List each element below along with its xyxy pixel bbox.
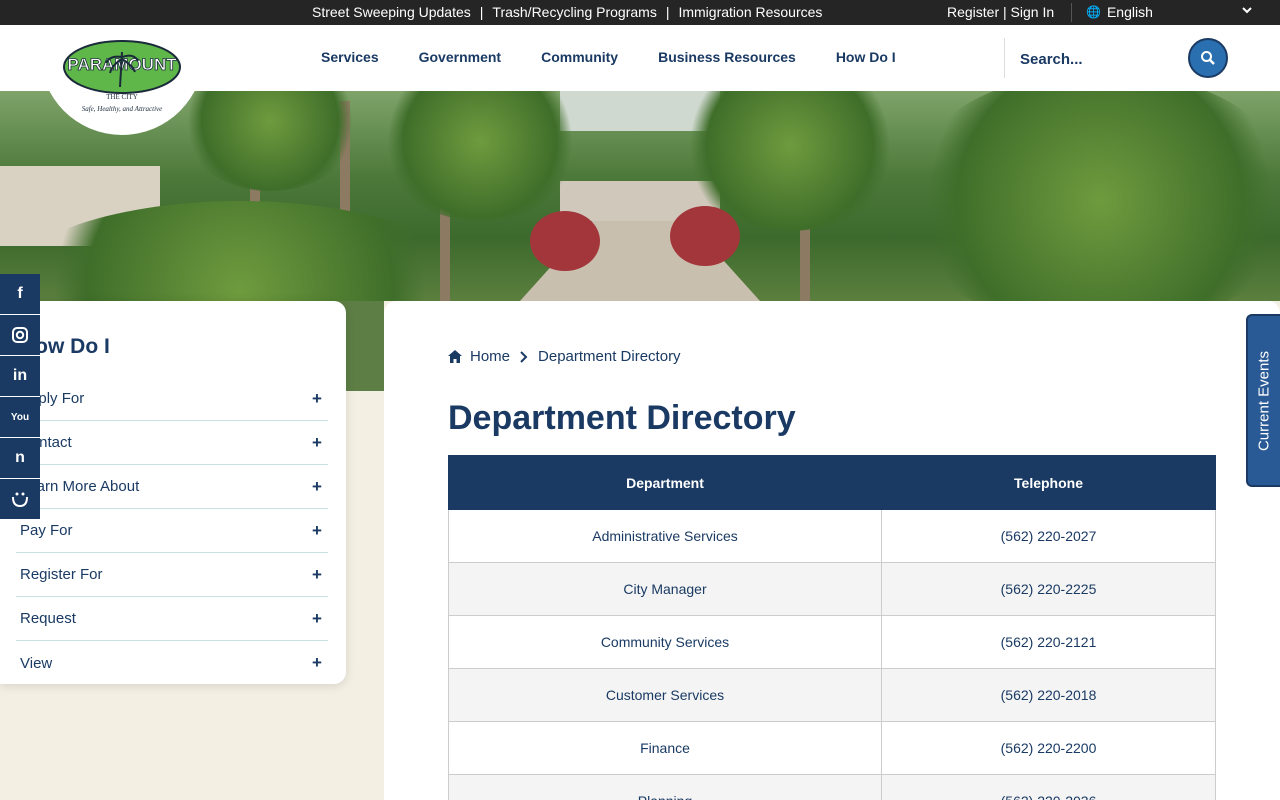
department-link[interactable]: Community Services <box>448 615 882 669</box>
sidebar-list: Apply For + Contact + Learn More About + Pa… <box>16 377 328 685</box>
plus-icon[interactable]: + <box>310 433 324 453</box>
search-input[interactable] <box>1020 44 1170 74</box>
sidebar-item-learn-more-about[interactable]: Learn More About + <box>16 465 328 509</box>
separator: | <box>479 4 484 20</box>
column-header-department: Department <box>448 455 882 510</box>
plus-icon[interactable]: + <box>310 389 324 409</box>
telephone-cell: (562) 220-2225 <box>881 562 1216 616</box>
language-selector[interactable]: 🌐 English <box>1086 4 1153 20</box>
telephone-cell: (562) 220-2121 <box>881 615 1216 669</box>
street-sweeping-link[interactable]: Street Sweeping Updates <box>312 4 471 20</box>
plus-icon[interactable]: + <box>310 653 324 673</box>
register-sign-in-link[interactable]: Register | Sign In <box>947 4 1054 20</box>
city-logo[interactable]: PARAMOUNT THE CITY Safe, Healthy, and At… <box>40 25 204 135</box>
table-header-row: Department Telephone <box>448 455 1216 510</box>
palm-canopy <box>900 91 1280 301</box>
main-nav: Services Government Community Business R… <box>321 49 896 65</box>
telephone-cell: (562) 220-2018 <box>881 668 1216 722</box>
department-link[interactable]: Customer Services <box>448 668 882 722</box>
department-link[interactable]: Planning <box>448 774 882 800</box>
table-row: Administrative Services (562) 220-2027 <box>448 509 1216 563</box>
chevron-down-icon[interactable] <box>1242 5 1252 15</box>
breadcrumb-home-label: Home <box>470 348 511 365</box>
page-title: Department Directory <box>448 399 796 437</box>
table-row: Community Services (562) 220-2121 <box>448 615 1216 669</box>
language-label: English <box>1106 4 1153 20</box>
home-icon <box>448 350 462 363</box>
nav-services[interactable]: Services <box>321 49 379 65</box>
sidebar-item-pay-for[interactable]: Pay For + <box>16 509 328 553</box>
main-content: Home Department Directory Department Dir… <box>384 301 1280 800</box>
sidebar-item-label: View <box>20 654 53 672</box>
smile-icon[interactable] <box>0 479 40 520</box>
youtube-icon[interactable]: You <box>0 397 40 438</box>
sidebar-item-apply-for[interactable]: Apply For + <box>16 377 328 421</box>
department-link[interactable]: City Manager <box>448 562 882 616</box>
logo-the-city: THE CITY <box>106 93 138 101</box>
nav-business-resources[interactable]: Business Resources <box>658 49 796 65</box>
department-table: Department Telephone Administrative Serv… <box>448 455 1216 800</box>
immigration-resources-link[interactable]: Immigration Resources <box>678 4 822 20</box>
hero-image <box>0 91 1280 301</box>
breadcrumb-current: Department Directory <box>538 348 681 365</box>
plus-icon[interactable]: + <box>310 565 324 585</box>
sidebar-item-label: Register For <box>20 566 103 583</box>
logo-tagline: Safe, Healthy, and Attractive <box>82 105 163 113</box>
divider <box>1071 3 1072 22</box>
palm-canopy <box>180 91 360 191</box>
separator: | <box>665 4 670 20</box>
flowering-tree <box>670 206 740 266</box>
linkedin-icon[interactable]: in <box>0 356 40 397</box>
sidebar-item-request[interactable]: Request + <box>16 597 328 641</box>
telephone-cell: (562) 220-2200 <box>881 721 1216 775</box>
telephone-cell: (562) 220-2036 <box>881 774 1216 800</box>
social-rail: f in You n <box>0 274 40 520</box>
chevron-right-icon <box>520 350 528 363</box>
table-row: Planning (562) 220-2036 <box>448 774 1216 800</box>
translate-icon: 🌐 <box>1086 5 1101 19</box>
table-row: Finance (562) 220-2200 <box>448 721 1216 775</box>
palm-canopy <box>380 91 580 221</box>
sidebar-item-label: Request <box>20 610 76 627</box>
sidebar-item-contact[interactable]: Contact + <box>16 421 328 465</box>
instagram-icon[interactable] <box>0 315 40 356</box>
sidebar-item-view[interactable]: View + <box>16 641 328 685</box>
facebook-icon[interactable]: f <box>0 274 40 315</box>
search-icon <box>1201 51 1215 65</box>
column-header-telephone: Telephone <box>881 455 1216 510</box>
how-do-i-panel: How Do I Apply For + Contact + Learn More … <box>0 301 346 684</box>
telephone-cell: (562) 220-2027 <box>881 509 1216 563</box>
table-row: Customer Services (562) 220-2018 <box>448 668 1216 722</box>
current-events-label: Current Events <box>1255 350 1273 451</box>
search-button[interactable] <box>1188 38 1228 78</box>
plus-icon[interactable]: + <box>310 477 324 497</box>
breadcrumb-home[interactable]: Home <box>448 348 510 365</box>
plus-icon[interactable]: + <box>310 521 324 541</box>
sidebar-item-register-for[interactable]: Register For + <box>16 553 328 597</box>
nav-how-do-i[interactable]: How Do I <box>836 49 896 65</box>
table-row: City Manager (562) 220-2225 <box>448 562 1216 616</box>
breadcrumb: Home Department Directory <box>448 348 681 365</box>
utility-bar: Street Sweeping Updates | Trash/Recyclin… <box>0 0 1280 25</box>
nav-community[interactable]: Community <box>541 49 618 65</box>
current-events-tab[interactable]: Current Events <box>1246 314 1280 487</box>
trash-recycling-link[interactable]: Trash/Recycling Programs <box>492 4 656 20</box>
plus-icon[interactable]: + <box>310 609 324 629</box>
sidebar-item-label: Pay For <box>20 522 73 539</box>
flowering-tree <box>530 211 600 271</box>
divider <box>1004 38 1005 78</box>
nextdoor-icon[interactable]: n <box>0 438 40 479</box>
department-link[interactable]: Finance <box>448 721 882 775</box>
utility-links: Street Sweeping Updates | Trash/Recyclin… <box>312 4 822 20</box>
nav-government[interactable]: Government <box>419 49 501 65</box>
department-link[interactable]: Administrative Services <box>448 509 882 563</box>
